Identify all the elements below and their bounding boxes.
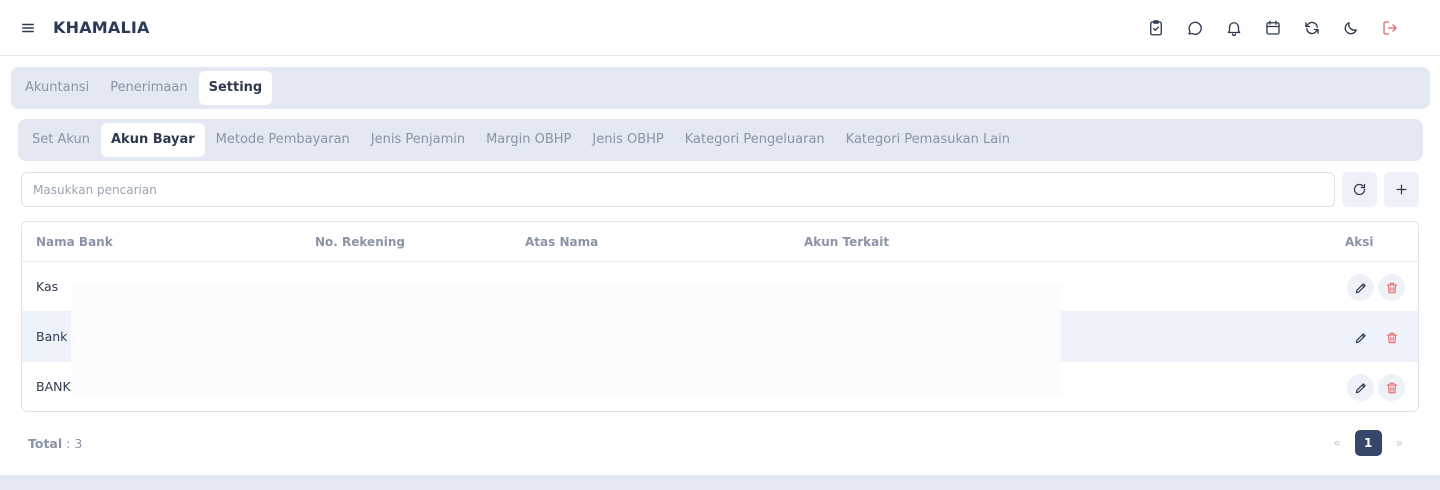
pencil-icon (1355, 382, 1366, 393)
trash-icon (1386, 382, 1397, 393)
total-value: : 3 (66, 436, 83, 451)
tab-set-akun[interactable]: Set Akun (22, 123, 100, 157)
cell-nama-bank: Bank I (36, 329, 76, 344)
edit-button[interactable] (1347, 374, 1374, 401)
header-icons (1146, 18, 1400, 38)
setting-tabs: Set Akun Akun Bayar Metode Pembayaran Je… (18, 119, 1423, 161)
tab-penerimaan[interactable]: Penerimaan (100, 71, 197, 105)
delete-button[interactable] (1378, 274, 1405, 301)
trash-icon (1386, 332, 1397, 343)
row-actions (1347, 324, 1405, 351)
search-input[interactable] (21, 172, 1335, 207)
prev-page-button[interactable]: « (1333, 436, 1340, 450)
cell-nama-bank: BANK (36, 379, 71, 394)
pagination: « 1 » (1333, 430, 1403, 456)
col-akun-terkait: Akun Terkait (804, 235, 890, 249)
tab-kategori-pemasukan-lain[interactable]: Kategori Pemasukan Lain (836, 123, 1020, 157)
plus-icon (1396, 184, 1407, 195)
add-button[interactable] (1384, 172, 1419, 207)
refresh-button[interactable] (1342, 172, 1377, 207)
row-actions (1347, 374, 1405, 401)
footer-band (0, 475, 1440, 490)
tab-akuntansi[interactable]: Akuntansi (15, 71, 99, 105)
refresh-icon (1353, 183, 1366, 196)
calendar-icon[interactable] (1263, 18, 1283, 38)
clipboard-check-icon[interactable] (1146, 18, 1166, 38)
cell-nama-bank: Kas (36, 279, 59, 294)
redaction-overlay (71, 284, 1061, 396)
tab-setting[interactable]: Setting (198, 71, 273, 105)
refresh-icon[interactable] (1302, 18, 1322, 38)
col-no-rekening: No. Rekening (315, 235, 405, 249)
pencil-icon (1355, 332, 1366, 343)
col-atas-nama: Atas Nama (525, 235, 599, 249)
top-header: KHAMALIA (0, 0, 1440, 56)
delete-button[interactable] (1378, 374, 1405, 401)
row-actions (1347, 274, 1405, 301)
menu-icon[interactable] (20, 20, 36, 36)
table-header: Nama Bank No. Rekening Atas Nama Akun Te… (22, 222, 1418, 262)
tab-jenis-penjamin[interactable]: Jenis Penjamin (361, 123, 475, 157)
bell-icon[interactable] (1224, 18, 1244, 38)
brand-title: KHAMALIA (53, 18, 150, 37)
tab-margin-obhp[interactable]: Margin OBHP (476, 123, 581, 157)
chat-icon[interactable] (1185, 18, 1205, 38)
col-aksi: Aksi (1345, 235, 1374, 249)
main-tabs: Akuntansi Penerimaan Setting (11, 67, 1430, 109)
moon-icon[interactable] (1341, 18, 1361, 38)
tab-kategori-pengeluaran[interactable]: Kategori Pengeluaran (675, 123, 835, 157)
total-count: Total : 3 (28, 436, 82, 451)
tab-jenis-obhp[interactable]: Jenis OBHP (582, 123, 673, 157)
tab-metode-pembayaran[interactable]: Metode Pembayaran (206, 123, 360, 157)
edit-button[interactable] (1347, 324, 1374, 351)
tab-akun-bayar[interactable]: Akun Bayar (100, 123, 205, 157)
trash-icon (1386, 282, 1397, 293)
page-1-button[interactable]: 1 (1354, 430, 1382, 456)
pencil-icon (1355, 282, 1366, 293)
edit-button[interactable] (1347, 274, 1374, 301)
logout-icon[interactable] (1380, 18, 1400, 38)
col-nama-bank: Nama Bank (36, 235, 113, 249)
total-label: Total (28, 436, 63, 451)
next-page-button[interactable]: » (1396, 436, 1403, 450)
delete-button[interactable] (1378, 324, 1405, 351)
